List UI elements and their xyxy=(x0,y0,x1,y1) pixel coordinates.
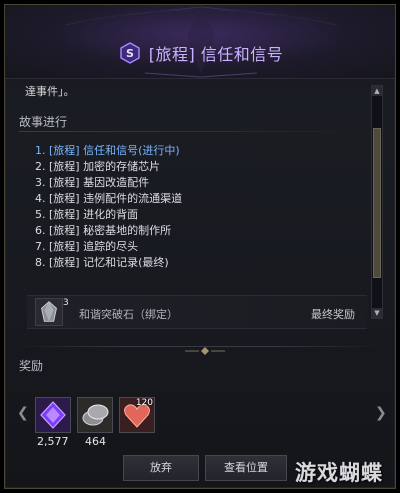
site-watermark: 游戏蝴蝶 xyxy=(295,461,383,485)
scroll-down-button[interactable]: ▼ xyxy=(372,308,382,318)
reward-section-title: 奖励 xyxy=(19,359,44,373)
reward-item-coins[interactable] xyxy=(77,397,113,433)
quest-title: [旅程] 信任和信号 xyxy=(148,45,284,64)
scroll-up-button[interactable]: ▲ xyxy=(372,86,382,96)
stone-name: 和谐突破石（绑定） xyxy=(79,308,178,321)
description-overflow-text: 達事件」。 xyxy=(25,85,75,98)
story-item[interactable]: 5. [旅程] 进化的背面 xyxy=(35,207,355,223)
reward-quantity: 464 xyxy=(85,435,106,448)
breakthrough-stone-slot[interactable] xyxy=(35,298,63,326)
story-item[interactable]: 7. [旅程] 追踪的尽头 xyxy=(35,239,355,255)
final-reward-row: 3 和谐突破石（绑定） 最终奖励 xyxy=(27,295,367,329)
quest-s-badge-icon: S xyxy=(120,42,140,64)
svg-text:S: S xyxy=(126,47,134,60)
reward-quantity: 2,577 xyxy=(37,435,69,448)
story-item[interactable]: 8. [旅程] 记忆和记录(最终) xyxy=(35,255,355,271)
reward-next-arrow-icon[interactable]: ❯ xyxy=(375,405,387,421)
story-item[interactable]: 6. [旅程] 秘密基地的制作所 xyxy=(35,223,355,239)
silver-coins-icon xyxy=(78,398,112,432)
reward-item-heart[interactable]: 120 xyxy=(119,397,155,433)
scrollbar[interactable]: ▲ ▼ xyxy=(371,85,383,319)
panel-header: S [旅程] 信任和信号 xyxy=(5,5,395,79)
quest-panel: S [旅程] 信任和信号 達事件」。 ▲ ▼ 故事进行 1. [旅程] 信任和信… xyxy=(4,4,396,489)
story-item[interactable]: 3. [旅程] 基因改造配件 xyxy=(35,175,355,191)
final-reward-label: 最终奖励 xyxy=(311,308,355,321)
story-item[interactable]: 1. [旅程] 信任和信号(进行中) xyxy=(35,143,355,159)
story-section-title: 故事进行 xyxy=(19,115,68,129)
scroll-thumb[interactable] xyxy=(373,128,381,278)
story-list: 1. [旅程] 信任和信号(进行中) 2. [旅程] 加密的存储芯片 3. [旅… xyxy=(35,143,355,271)
stone-count: 3 xyxy=(63,298,69,308)
section-divider xyxy=(19,131,364,132)
reward-prev-arrow-icon[interactable]: ❮ xyxy=(17,405,29,421)
abandon-button[interactable]: 放弃 xyxy=(123,455,199,481)
view-location-button[interactable]: 查看位置 xyxy=(205,455,287,481)
story-item[interactable]: 2. [旅程] 加密的存储芯片 xyxy=(35,159,355,175)
item-badge: 120 xyxy=(135,398,153,408)
divider-ornament-icon xyxy=(185,347,225,355)
reward-item-crystal[interactable] xyxy=(35,397,71,433)
breakthrough-stone-icon xyxy=(41,301,57,322)
purple-crystal-icon xyxy=(36,398,70,432)
story-item[interactable]: 4. [旅程] 违例配件的流通渠道 xyxy=(35,191,355,207)
